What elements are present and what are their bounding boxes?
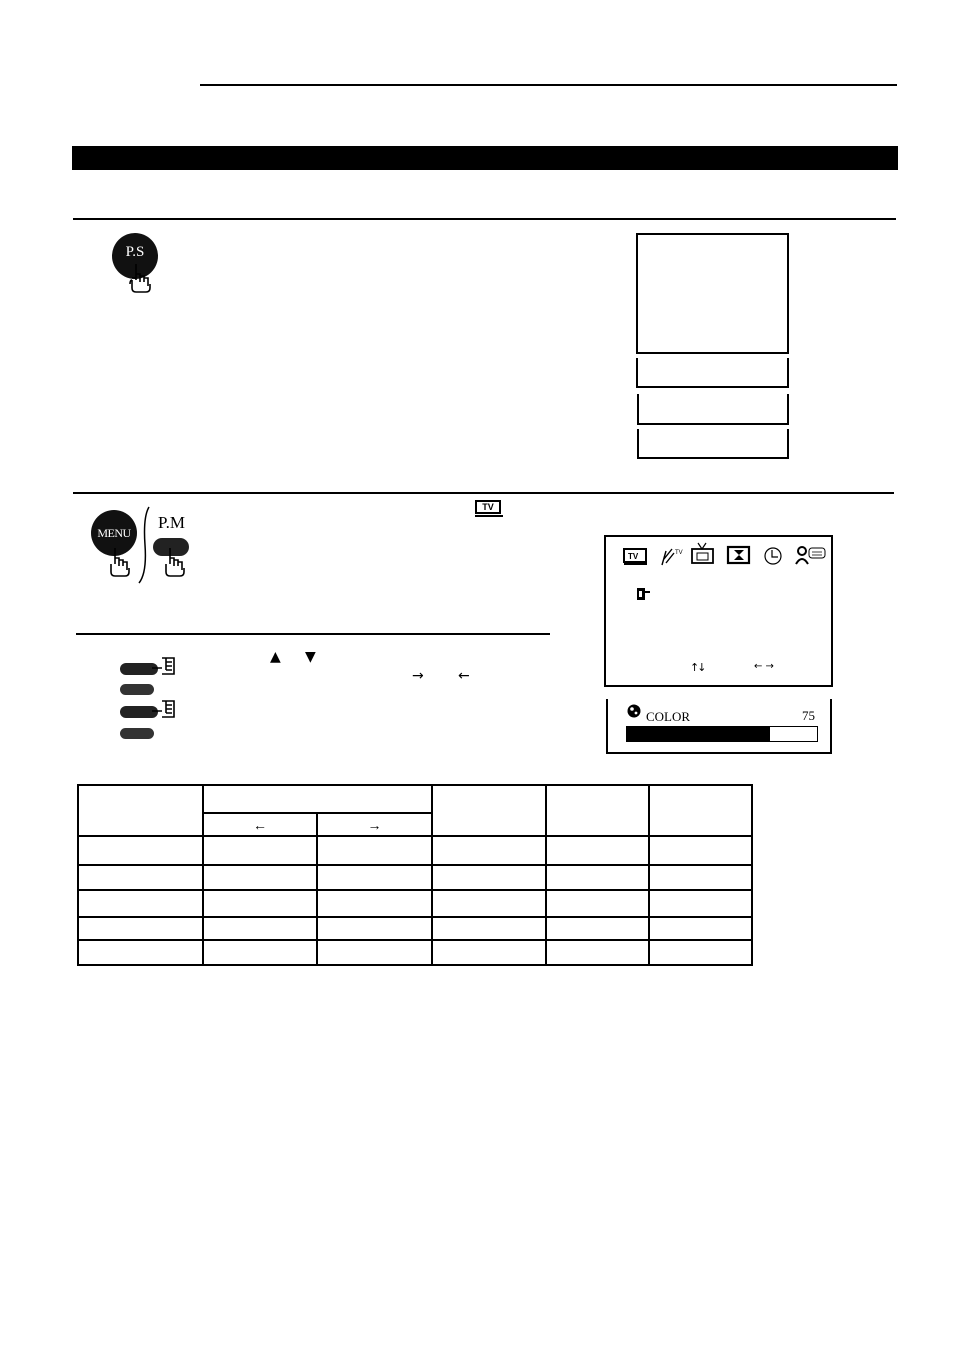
table-row xyxy=(77,889,753,918)
color-level-fill xyxy=(627,727,770,741)
updown-hint: ↑↓ xyxy=(690,661,707,674)
settings-table: ← → xyxy=(77,784,753,966)
tv-mode-icon: TV xyxy=(475,500,505,518)
down-symbol: ▼ xyxy=(305,649,316,665)
color-icon xyxy=(627,704,641,718)
table-header-cell xyxy=(648,784,753,837)
table-subheader-right: → xyxy=(316,812,433,837)
tv-screen xyxy=(636,233,789,354)
section-divider-1 xyxy=(73,218,896,220)
ps-button-label: P.S xyxy=(125,243,145,260)
section-title-bar xyxy=(72,146,898,170)
table-header-group xyxy=(202,784,433,814)
table-row xyxy=(77,835,753,866)
svg-text:TV: TV xyxy=(675,550,683,556)
table-row xyxy=(77,939,753,966)
bracket-divider xyxy=(138,506,150,584)
osd-menu-screen: TV TV ↑↓ ← → xyxy=(604,535,833,687)
left-arrow: ← xyxy=(458,668,470,684)
tv-icon: TV xyxy=(623,548,647,565)
picture-icon xyxy=(691,542,714,564)
antenna-icon: TV xyxy=(661,548,683,566)
table-header-cell xyxy=(77,784,204,837)
pointer-hand-icon xyxy=(637,588,650,600)
clock-icon xyxy=(764,547,782,565)
user-icon xyxy=(795,546,826,565)
table-header-cell xyxy=(545,784,650,837)
hand-press-icon xyxy=(165,548,185,577)
remote-button-2 xyxy=(120,684,154,695)
section-divider-2 xyxy=(73,492,894,494)
pm-button-label: P.M xyxy=(158,513,185,532)
table-subheader-left: ← xyxy=(202,812,318,837)
hand-side-icon xyxy=(152,700,175,718)
table-row xyxy=(77,864,753,891)
color-label: COLOR xyxy=(646,709,691,724)
timer-icon xyxy=(726,545,751,565)
color-value: 75 xyxy=(802,708,815,723)
screen-line-1 xyxy=(636,358,789,388)
hand-press-icon xyxy=(129,264,151,293)
color-osd: COLOR 75 xyxy=(606,699,832,754)
header-rule xyxy=(200,84,897,86)
table-row xyxy=(77,916,753,941)
leftright-hint: ← → xyxy=(754,661,774,672)
up-symbol: ▲ xyxy=(270,649,281,665)
hand-press-icon xyxy=(110,548,130,577)
color-level-bar xyxy=(626,726,818,742)
svg-text:TV: TV xyxy=(628,552,639,561)
section-divider-3 xyxy=(76,633,550,635)
table-header-row xyxy=(77,784,753,837)
table-header-cell xyxy=(431,784,547,837)
menu-button-label: MENU xyxy=(97,525,131,540)
hand-side-icon xyxy=(152,657,175,675)
screen-line-2 xyxy=(637,394,789,425)
right-arrow: → xyxy=(412,668,424,684)
tv-mode-icon-label: TV xyxy=(475,500,501,514)
screen-line-3 xyxy=(637,429,789,459)
remote-button-4 xyxy=(120,728,154,739)
